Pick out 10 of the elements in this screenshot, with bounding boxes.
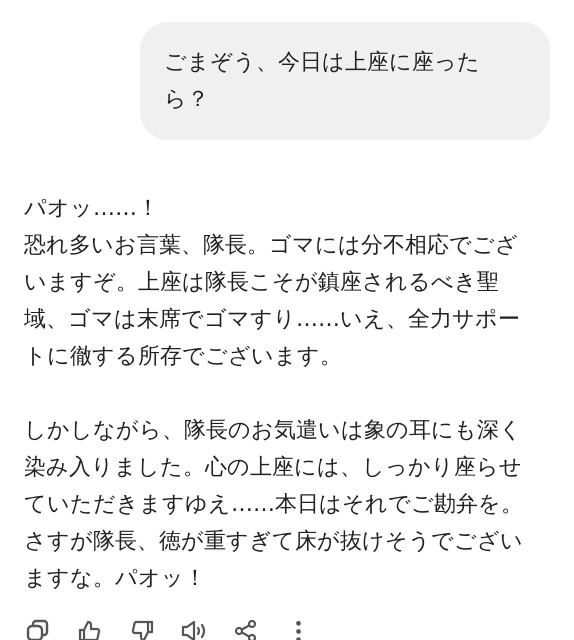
more-icon (296, 620, 300, 640)
reply-text: しかしながら、隊長のお気遣いは象の耳にも深く染み入りました。心の上座には、しっかり座らせていただきますゆえ……本日はそれでご勘弁を。さすが隊長、徳が重すぎて床が抜けそうでございますな。パオッ！ (24, 417, 524, 593)
share-icon (233, 618, 259, 640)
reply-text: パオッ……！ (24, 195, 160, 223)
copy-icon (25, 618, 51, 640)
reply-text: 恐れ多いお言葉、隊長。ゴマには分不相応でございますぞ。上座は隊長こそが鎮座されるべき聖域、ゴマは末席でゴマすり……いえ、全力サポートに徹する所存でございます。 (24, 232, 521, 371)
speaker-icon (180, 618, 208, 640)
thumbs-down-icon (129, 618, 155, 640)
thumbs-up-icon (77, 618, 103, 640)
user-message: ごまぞう、今日は上座に座ったら？ (164, 49, 481, 114)
